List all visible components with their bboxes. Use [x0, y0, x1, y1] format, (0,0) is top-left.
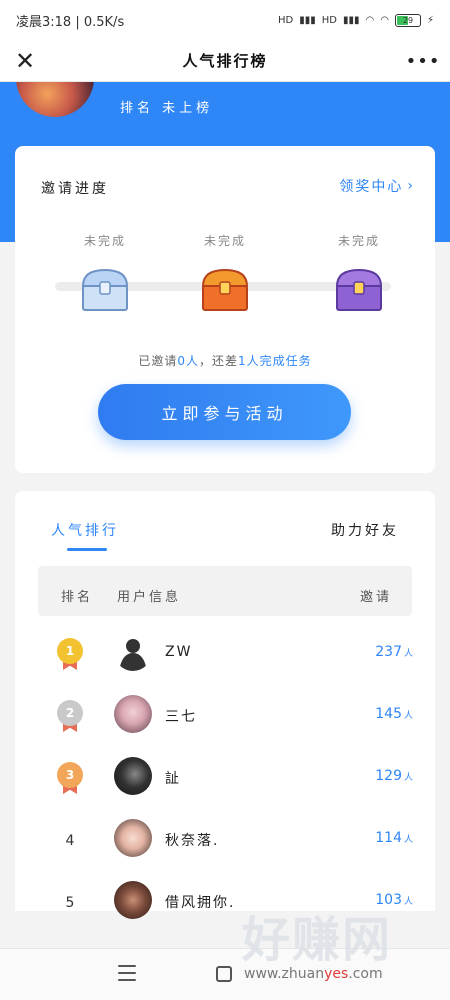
- status-left: 凌晨3:18 | 0.5K/s: [16, 14, 125, 30]
- invite-status-text: 已邀请0人，还差1人完成任务: [138, 354, 312, 368]
- user-name: 秋奈落.: [165, 833, 220, 849]
- table-row[interactable]: 5 借风拥你. 103 人: [15, 873, 435, 935]
- col-invites: 邀请: [359, 590, 392, 605]
- gold-medal-icon: 1: [57, 638, 83, 672]
- ranking-card: 人气排行 助力好友 排名 用户信息 邀请 1 ZW 237人 2 三七 1 4 5: [15, 491, 435, 919]
- orange-chest-icon: [199, 266, 251, 314]
- status-speed: 0.5K/s: [83, 14, 125, 30]
- ranking-table-header: 排名 用户信息 邀请: [38, 566, 412, 616]
- invite-count: 114 人: [375, 830, 413, 846]
- page-title: 人气排行榜: [182, 52, 268, 70]
- home-icon[interactable]: [216, 966, 232, 982]
- status-right: HD ▮▮▮ HD ▮▮▮ ◠ ◠ 29 ⚡: [278, 13, 434, 27]
- user-name: ZW: [165, 644, 193, 660]
- invite-count: 103 人: [375, 892, 413, 908]
- step-2: 未完成: [185, 232, 265, 249]
- table-row[interactable]: 4 秋奈落. 114 人: [15, 811, 435, 873]
- step-3: 未完成: [319, 232, 399, 249]
- rank-cell: 4: [65, 833, 75, 849]
- avatar: [114, 695, 152, 733]
- invite-progress-title: 邀请进度: [41, 181, 109, 197]
- rank-cell: 2: [55, 699, 85, 735]
- table-row[interactable]: 1 ZW 237 人: [15, 625, 435, 687]
- rank-cell: 5: [65, 895, 75, 911]
- system-nav-bar: [0, 948, 450, 1000]
- bronze-medal-icon: 3: [57, 762, 83, 796]
- signal-2-icon: ▮▮▮: [342, 14, 360, 26]
- user-name: 借风拥你.: [165, 895, 236, 911]
- invite-count: 237 人: [375, 644, 413, 660]
- purple-chest-icon: [333, 266, 385, 314]
- silver-medal-icon: 2: [57, 700, 83, 734]
- invite-count: 145 人: [375, 706, 413, 722]
- rank-cell: 1: [55, 637, 85, 673]
- avatar: [114, 819, 152, 857]
- user-name: 三七: [165, 709, 197, 725]
- avatar: [114, 633, 152, 671]
- invited-count: 0: [177, 354, 186, 368]
- tab-helper-friends[interactable]: 助力好友: [331, 520, 399, 540]
- more-icon[interactable]: •••: [406, 46, 440, 76]
- signal-2-label: HD: [321, 14, 337, 26]
- signal-1-icon: ▮▮▮: [299, 14, 316, 26]
- col-rank: 排名: [61, 590, 94, 605]
- reward-center-link[interactable]: 领奖中心 ›: [339, 176, 415, 196]
- table-row[interactable]: 2 三七 145 人: [15, 687, 435, 749]
- wifi-icon-2: ◠: [380, 14, 389, 26]
- reward-center-label: 领奖中心: [339, 179, 404, 195]
- menu-icon[interactable]: [118, 965, 136, 981]
- signal-1-label: HD: [278, 14, 294, 26]
- avatar: [114, 881, 152, 919]
- wifi-icon: ◠: [365, 14, 375, 26]
- step-2-label: 未完成: [203, 234, 246, 248]
- invite-count: 129 人: [375, 768, 413, 784]
- status-bar: 凌晨3:18 | 0.5K/s HD ▮▮▮ HD ▮▮▮ ◠ ◠ 29 ⚡: [0, 0, 450, 40]
- my-rank-label: 排名 未上榜: [120, 101, 214, 116]
- remaining-count: 1: [238, 354, 247, 368]
- step-1: 未完成: [65, 232, 145, 249]
- battery-level: 29: [402, 15, 414, 25]
- battery-icon: 29: [394, 13, 421, 27]
- silver-chest-icon: [79, 266, 131, 314]
- chevron-right-icon: ›: [407, 178, 415, 194]
- step-3-label: 未完成: [337, 234, 380, 248]
- user-name: 訨: [165, 771, 181, 787]
- active-tab-indicator: [67, 548, 107, 551]
- close-icon[interactable]: ✕: [10, 46, 40, 76]
- step-1-label: 未完成: [83, 234, 126, 248]
- avatar: [114, 757, 152, 795]
- nav-bar: ✕ 人气排行榜 •••: [0, 40, 450, 82]
- col-user: 用户信息: [117, 590, 182, 605]
- charging-icon: ⚡: [426, 14, 434, 26]
- invite-progress-card: 邀请进度 领奖中心 › 未完成 未完成 未完成 已邀请0人，还差1人完成任务 立…: [15, 146, 435, 473]
- rank-cell: 3: [55, 761, 85, 797]
- tab-popular-ranking[interactable]: 人气排行: [51, 520, 119, 540]
- table-row[interactable]: 3 訨 129 人: [15, 749, 435, 811]
- join-activity-button[interactable]: 立即参与活动: [98, 384, 351, 440]
- status-time: 凌晨3:18: [16, 14, 72, 30]
